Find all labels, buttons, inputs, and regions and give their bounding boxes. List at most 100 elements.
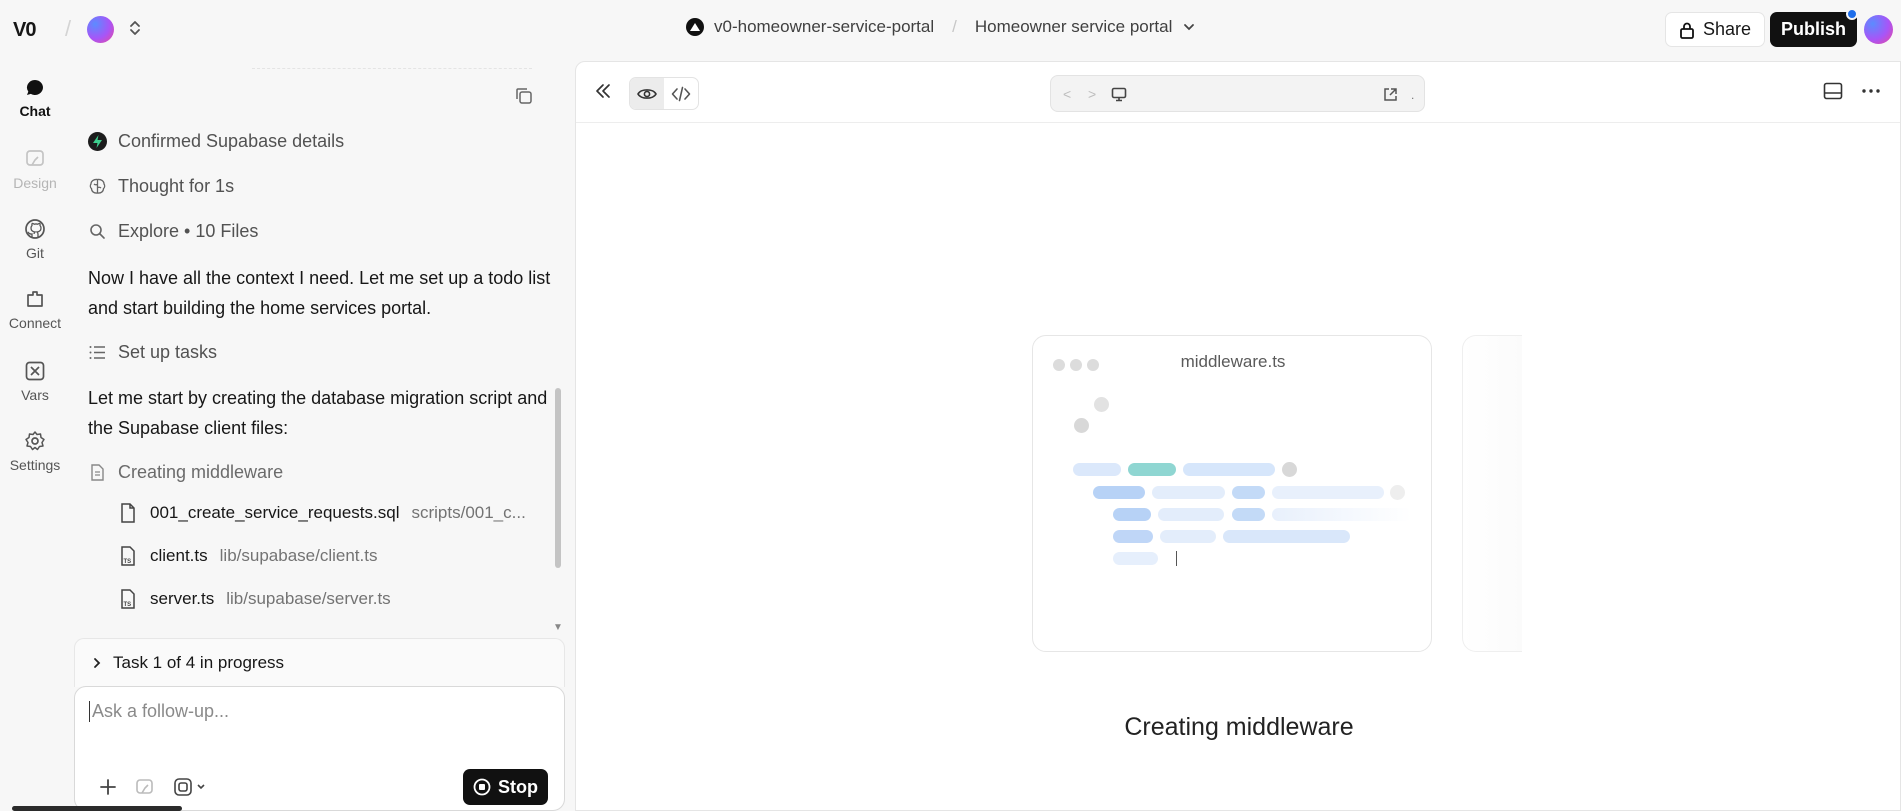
project-name[interactable]: v0-homeowner-service-portal	[714, 17, 934, 37]
lock-icon	[1680, 22, 1694, 39]
brain-icon	[89, 178, 106, 194]
chevron-right-icon	[94, 658, 101, 668]
step-explore[interactable]: Explore • 10 Files	[88, 221, 559, 242]
rail-label-git: Git	[26, 245, 44, 261]
code-skeleton-line	[1223, 530, 1350, 543]
loading-bubble	[1390, 485, 1405, 500]
app-root: V0 / v0-homeowner-service-portal / Homeo…	[0, 0, 1901, 811]
team-switcher-chevrons-icon[interactable]	[129, 19, 141, 37]
chevron-down-icon[interactable]	[1182, 20, 1196, 34]
url-bar[interactable]: < > .	[1050, 75, 1425, 112]
rail-item-design[interactable]: Design	[0, 148, 70, 191]
file-icon	[121, 503, 135, 523]
follow-up-input[interactable]	[89, 701, 529, 722]
rail-label-settings: Settings	[9, 457, 61, 473]
loading-bubble	[1094, 397, 1109, 412]
more-dot: .	[1411, 88, 1415, 102]
file-name: client.ts	[150, 546, 208, 565]
page-name[interactable]: Homeowner service portal	[975, 17, 1172, 37]
card-filename: middleware.ts	[1180, 352, 1286, 371]
loading-bubble	[1282, 462, 1297, 477]
plus-icon[interactable]	[99, 778, 117, 796]
rail-label-connect: Connect	[8, 315, 62, 331]
chat-bubble-icon	[26, 80, 43, 95]
step-text: Creating middleware	[118, 462, 284, 482]
list-icon	[89, 346, 105, 359]
rail-item-git[interactable]: Git	[0, 218, 70, 261]
rail-item-chat[interactable]: Chat	[0, 78, 70, 119]
breadcrumb-separator: /	[65, 16, 72, 41]
stop-button[interactable]: Stop	[463, 769, 548, 805]
file-path: lib/supabase/client.ts	[219, 546, 378, 565]
back-icon[interactable]: <	[1063, 86, 1071, 102]
design-mode-icon[interactable]	[135, 777, 155, 797]
file-path: scripts/001_c...	[411, 503, 526, 522]
file-item[interactable]: TS client.ts lib/supabase/client.ts	[118, 545, 377, 567]
code-skeleton-line	[1158, 508, 1224, 521]
forward-icon[interactable]: >	[1088, 86, 1096, 102]
horizontal-scrollbar[interactable]	[12, 806, 182, 811]
step-text: Explore • 10 Files	[118, 221, 259, 241]
scroll-down-icon[interactable]: ▼	[553, 622, 563, 633]
next-card-ghost	[1462, 335, 1522, 652]
file-path: lib/supabase/server.ts	[226, 589, 391, 608]
code-skeleton-line	[1093, 486, 1145, 499]
vercel-icon	[686, 18, 704, 36]
assistant-message: Now I have all the context I need. Let m…	[88, 268, 551, 318]
collapse-sidebar-icon[interactable]	[594, 82, 612, 100]
more-options-icon[interactable]	[1861, 82, 1881, 100]
gear-icon	[25, 431, 45, 451]
code-skeleton-line	[1113, 530, 1153, 543]
model-icon	[174, 778, 192, 796]
preview-eye-icon[interactable]	[630, 78, 664, 109]
code-preview-card: middleware.ts	[1032, 335, 1432, 652]
panel-layout-icon[interactable]	[1823, 82, 1843, 100]
svg-text:TS: TS	[124, 559, 132, 565]
task-progress-bar[interactable]: Task 1 of 4 in progress	[74, 638, 565, 687]
rail-label-design: Design	[13, 175, 57, 191]
monitor-icon[interactable]	[1111, 87, 1127, 102]
rail-label-chat: Chat	[19, 103, 51, 119]
publish-button[interactable]: Publish	[1770, 12, 1858, 47]
chat-scrollbar[interactable]	[555, 388, 561, 568]
design-icon	[26, 150, 44, 166]
loading-bubble	[1074, 418, 1089, 433]
assistant-message: Let me start by creating the database mi…	[88, 388, 548, 438]
task-status: Task 1 of 4 in progress	[113, 653, 285, 672]
rail-item-connect[interactable]: Connect	[0, 288, 70, 331]
model-selector[interactable]	[173, 777, 206, 797]
rail-item-settings[interactable]: Settings	[0, 430, 70, 473]
code-skeleton-line	[1160, 530, 1216, 543]
step-text: Set up tasks	[118, 342, 218, 362]
code-skeleton-line	[1113, 508, 1151, 521]
text-cursor	[1176, 551, 1177, 566]
step-set-up-tasks[interactable]: Set up tasks	[88, 342, 559, 363]
svg-text:TS: TS	[124, 602, 132, 608]
chevron-down-icon	[197, 784, 205, 790]
code-skeleton-line	[1152, 486, 1225, 499]
file-item[interactable]: TS server.ts lib/supabase/server.ts	[118, 588, 391, 610]
step-confirmed-supabase[interactable]: Confirmed Supabase details	[88, 131, 559, 152]
divider	[252, 68, 532, 69]
copy-icon[interactable]	[514, 86, 534, 106]
search-icon	[90, 224, 105, 239]
file-text-icon	[91, 464, 104, 481]
step-creating-middleware[interactable]: Creating middleware	[88, 462, 559, 483]
share-button[interactable]: Share	[1665, 12, 1766, 47]
code-skeleton-line	[1073, 463, 1121, 476]
step-thought[interactable]: Thought for 1s	[88, 176, 559, 197]
code-skeleton-line	[1113, 552, 1158, 565]
top-bar: V0 / v0-homeowner-service-portal / Homeo…	[0, 0, 1901, 58]
rail-item-vars[interactable]: Vars	[0, 360, 70, 403]
code-skeleton-line	[1272, 508, 1412, 521]
user-avatar[interactable]	[1864, 15, 1893, 44]
ts-file-icon: TS	[121, 589, 135, 609]
external-link-icon[interactable]	[1383, 87, 1398, 102]
notification-dot	[1846, 8, 1858, 20]
file-name: server.ts	[150, 589, 215, 608]
team-avatar[interactable]	[87, 16, 114, 43]
v0-logo[interactable]: V0	[13, 19, 36, 42]
file-item[interactable]: 001_create_service_requests.sql scripts/…	[118, 502, 526, 524]
code-skeleton-line	[1272, 486, 1384, 499]
code-icon[interactable]	[664, 78, 698, 109]
